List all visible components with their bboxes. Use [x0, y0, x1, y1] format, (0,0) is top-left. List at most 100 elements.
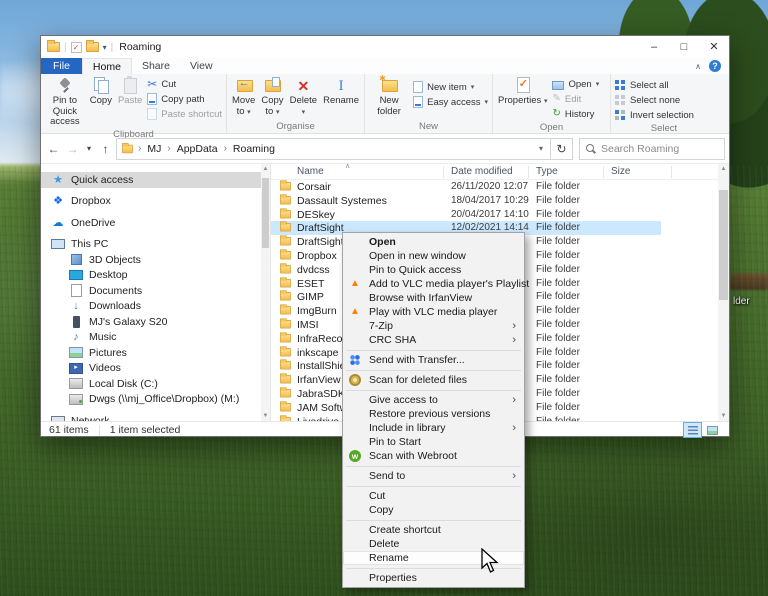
scroll-up-icon[interactable]: ▲	[719, 166, 728, 172]
pin-to-quick-access-button[interactable]: Pin to Quick access	[43, 76, 87, 129]
close-button[interactable]: ✕	[699, 36, 729, 58]
qat-customize-caret-icon[interactable]: ▾	[103, 43, 107, 52]
menu-item-include-in-library[interactable]: Include in library›	[343, 421, 524, 435]
sidebar-item-local-disk-c[interactable]: Local Disk (C:)	[41, 376, 270, 392]
sidebar-item-pictures[interactable]: Pictures	[41, 345, 270, 361]
menu-item-scan-with-webroot[interactable]: wScan with Webroot	[343, 449, 524, 463]
minimize-button[interactable]: –	[639, 36, 669, 58]
table-row-deskey[interactable]: DESkey20/04/2017 14:10File folder	[271, 208, 718, 222]
menu-item-open-in-new-window[interactable]: Open in new window	[343, 249, 524, 263]
list-scroll-thumb[interactable]	[719, 190, 728, 300]
menu-item-give-access-to[interactable]: Give access to›	[343, 393, 524, 407]
sidebar-item-music[interactable]: ♪Music	[41, 330, 270, 346]
menu-item-restore-previous-versions[interactable]: Restore previous versions	[343, 407, 524, 421]
forward-button[interactable]: →	[64, 138, 81, 160]
menu-item-pin-to-start[interactable]: Pin to Start	[343, 435, 524, 449]
column-header-type[interactable]: Type	[536, 166, 558, 177]
maximize-button[interactable]: □	[669, 36, 699, 58]
recover-icon	[349, 374, 361, 386]
copy-path-button[interactable]: Copy path	[147, 92, 222, 106]
menu-item-browse-with-irfanview[interactable]: Browse with IrfanView	[343, 291, 524, 305]
copy-button[interactable]: Copy	[87, 76, 115, 108]
sidebar-item-network[interactable]: Network	[41, 413, 270, 421]
menu-item-crc-sha[interactable]: CRC SHA›	[343, 333, 524, 347]
sidebar-item-dropbox[interactable]: ❖Dropbox	[41, 194, 270, 210]
menu-item-create-shortcut[interactable]: Create shortcut	[343, 523, 524, 537]
refresh-icon[interactable]: ↻	[551, 138, 573, 160]
menu-item-copy[interactable]: Copy	[343, 503, 524, 517]
menu-item-send-with-transfer[interactable]: Send with Transfer...	[343, 353, 524, 367]
column-header-size[interactable]: Size	[611, 166, 630, 177]
tab-file[interactable]: File	[41, 58, 82, 74]
column-header-date-modified[interactable]: Date modified	[451, 166, 513, 177]
scroll-up-icon[interactable]: ▲	[261, 166, 270, 172]
search-box[interactable]	[579, 138, 725, 160]
invert-selection-button[interactable]: Invert selection	[615, 108, 694, 122]
sidebar-item-downloads[interactable]: ↓Downloads	[41, 299, 270, 315]
help-icon[interactable]: ?	[709, 60, 721, 72]
easy-access-button[interactable]: Easy access▾	[413, 95, 488, 109]
sidebar-item-videos[interactable]: Videos	[41, 361, 270, 377]
cut-button[interactable]: ✂ Cut	[147, 77, 222, 91]
copy-to-button[interactable]: Copy to ▾	[258, 76, 286, 119]
breadcrumb-segment-roaming[interactable]: Roaming	[231, 143, 277, 155]
sidebar-item-3d-objects[interactable]: 3D Objects	[41, 252, 270, 268]
menu-separator	[346, 486, 521, 487]
tab-share[interactable]: Share	[132, 58, 180, 74]
sidebar-item-onedrive[interactable]: ☁OneDrive	[41, 215, 270, 231]
ribbon-collapse-icon[interactable]: ∧	[695, 62, 701, 71]
rename-button[interactable]: I Rename	[320, 76, 362, 108]
tab-view[interactable]: View	[180, 58, 223, 74]
up-button[interactable]: ↑	[97, 138, 114, 160]
move-to-button[interactable]: Move to ▾	[229, 76, 258, 119]
table-row-corsair[interactable]: Corsair26/11/2020 12:07File folder	[271, 180, 718, 194]
details-view-button[interactable]	[684, 423, 701, 437]
open-button[interactable]: Open▾	[552, 77, 599, 91]
scroll-down-icon[interactable]: ▼	[261, 413, 270, 419]
properties-button[interactable]: Properties ▾	[495, 76, 550, 109]
breadcrumb-segment-mj[interactable]: MJ	[145, 143, 163, 155]
sidebar-item-documents[interactable]: Documents	[41, 283, 270, 299]
breadcrumb-segment-appdata[interactable]: AppData	[175, 143, 220, 155]
file-type: File folder	[536, 388, 580, 399]
column-header-name[interactable]: Name	[297, 166, 324, 177]
menu-item-play-with-vlc-media-player[interactable]: ▲Play with VLC media player	[343, 305, 524, 319]
select-none-button[interactable]: Select none	[615, 93, 694, 107]
paste-button[interactable]: Paste	[115, 76, 145, 108]
scroll-down-icon[interactable]: ▼	[719, 413, 728, 419]
address-box[interactable]: ›MJ›AppData›Roaming ▾	[116, 138, 551, 160]
sidebar-item-this-pc[interactable]: This PC	[41, 237, 270, 253]
menu-item-7-zip[interactable]: 7-Zip›	[343, 319, 524, 333]
select-all-button[interactable]: Select all	[615, 78, 694, 92]
new-folder-qat-icon[interactable]	[86, 42, 99, 52]
sidebar-item-desktop[interactable]: Desktop	[41, 268, 270, 284]
menu-item-send-to[interactable]: Send to›	[343, 469, 524, 483]
menu-item-pin-to-quick-access[interactable]: Pin to Quick access	[343, 263, 524, 277]
address-dropdown-icon[interactable]: ▾	[536, 144, 546, 153]
edit-button[interactable]: ✎ Edit	[552, 92, 599, 106]
new-folder-button[interactable]: New folder	[367, 76, 411, 118]
sidebar-item-quick-access[interactable]: ★Quick access	[41, 172, 270, 188]
sidebar-scrollbar[interactable]: ▲ ▼	[261, 164, 270, 421]
history-button[interactable]: ↻ History	[552, 107, 599, 121]
paste-shortcut-button[interactable]: Paste shortcut	[147, 107, 222, 121]
vlc-cone-icon: ▲	[349, 306, 361, 318]
table-row-dassault-systemes[interactable]: Dassault Systemes18/04/2017 10:29File fo…	[271, 194, 718, 208]
sidebar-item-dwgs-mj-office-dropbox-m[interactable]: Dwgs (\\mj_Office\Dropbox) (M:)	[41, 392, 270, 408]
list-scrollbar[interactable]: ▲ ▼	[718, 164, 729, 421]
menu-item-scan-for-deleted-files[interactable]: Scan for deleted files	[343, 373, 524, 387]
sidebar-scroll-thumb[interactable]	[262, 178, 269, 248]
delete-button[interactable]: ✕ Delete ▾	[287, 76, 320, 119]
back-button[interactable]: ←	[45, 138, 62, 160]
menu-item-cut[interactable]: Cut	[343, 489, 524, 503]
history-dropdown-icon[interactable]: ▾	[83, 138, 95, 160]
search-input[interactable]	[601, 143, 718, 155]
new-item-button[interactable]: New item▾	[413, 80, 488, 94]
thumbnail-view-button[interactable]	[704, 423, 721, 437]
sidebar-item-label: Local Disk (C:)	[89, 378, 158, 390]
tab-home[interactable]: Home	[82, 58, 132, 74]
sidebar-item-mj-s-galaxy-s20[interactable]: MJ's Galaxy S20	[41, 314, 270, 330]
menu-item-add-to-vlc-media-player-s-playlist[interactable]: ▲Add to VLC media player's Playlist	[343, 277, 524, 291]
properties-check-icon[interactable]: ✓	[71, 42, 82, 53]
menu-item-open[interactable]: Open	[343, 235, 524, 249]
